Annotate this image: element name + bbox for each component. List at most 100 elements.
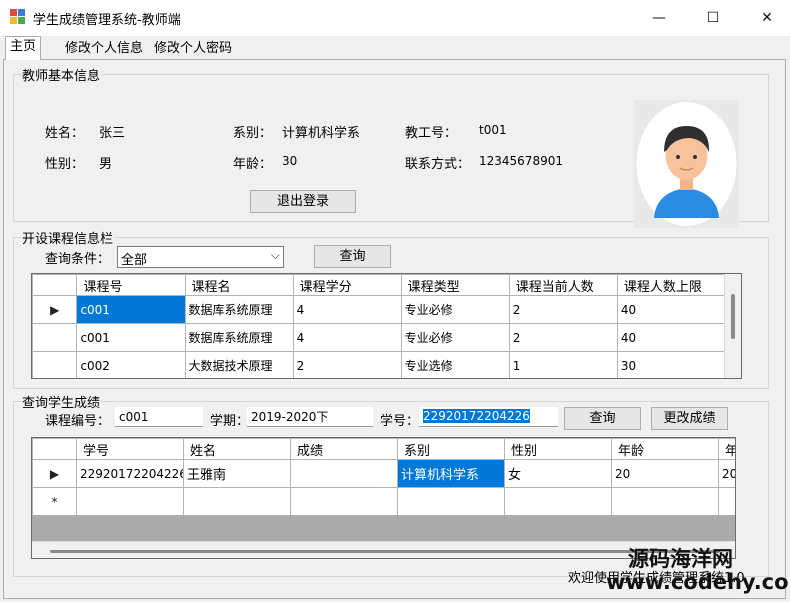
age-value: 30 (282, 154, 298, 168)
row-header[interactable] (32, 351, 78, 378)
maximize-button[interactable]: ☐ (690, 0, 736, 36)
column-header[interactable]: 课程人数上限 (616, 274, 727, 296)
minimize-button[interactable]: — (636, 0, 682, 36)
dept-label: 系别： (233, 126, 273, 141)
column-header[interactable]: 性别 (504, 438, 612, 460)
tab-edit-profile[interactable]: 修改个人信息 (61, 39, 148, 60)
table-cell[interactable]: 数据库系统原理 (184, 323, 294, 352)
table-cell[interactable] (76, 487, 184, 516)
tab-change-password[interactable]: 修改个人密码 (150, 39, 237, 60)
column-header[interactable]: 系别 (397, 438, 505, 460)
table-cell[interactable]: 40 (616, 295, 727, 324)
table-cell[interactable]: 女 (504, 459, 612, 488)
student-id-value: 22920172204226 (423, 409, 530, 423)
table-row[interactable]: c001 数据库系统原理 4 专业必修 2 40 (32, 323, 727, 352)
column-header[interactable]: 课程类型 (400, 274, 510, 296)
course-id-label: 课程编号： (45, 414, 111, 429)
student-id-label: 学号： (380, 414, 420, 429)
new-row[interactable]: * (32, 487, 735, 516)
course-grid[interactable]: 课程号 课程名 课程学分 课程类型 课程当前人数 课程人数上限 ▶ c001 数… (31, 273, 742, 379)
course-id-input[interactable] (115, 407, 203, 427)
column-header[interactable]: 年龄 (611, 438, 719, 460)
table-cell[interactable] (183, 487, 291, 516)
score-query-button[interactable]: 查询 (564, 407, 641, 430)
table-cell[interactable]: 20 (611, 459, 719, 488)
table-cell[interactable]: 大数据技术原理 (184, 351, 294, 378)
name-label: 姓名： (45, 126, 85, 141)
table-cell[interactable]: 专业选修 (400, 351, 510, 378)
course-info-group: 开设课程信息栏 查询条件： 全部 ⌵ 查询 课程号 课程名 课程学分 课程类型 … (13, 228, 769, 389)
course-grid-vscrollbar[interactable] (724, 274, 741, 378)
app-icon (10, 9, 26, 25)
table-cell[interactable]: 201 (718, 459, 735, 488)
table-cell[interactable] (504, 487, 612, 516)
score-grid[interactable]: 学号 姓名 成绩 系别 性别 年龄 年 ▶ 22920172204226 王雅南… (31, 437, 736, 559)
table-cell[interactable] (718, 487, 735, 516)
table-cell[interactable]: 40 (616, 323, 727, 352)
course-query-button[interactable]: 查询 (314, 245, 391, 268)
row-header-corner (32, 274, 78, 296)
row-header-corner (32, 438, 77, 460)
course-info-legend: 开设课程信息栏 (21, 228, 115, 247)
teacher-info-legend: 教师基本信息 (21, 65, 102, 84)
chevron-down-icon[interactable]: ⌵ (271, 248, 280, 263)
watermark-url: www.codehy.com (606, 570, 790, 594)
table-cell[interactable]: 30 (616, 351, 727, 378)
table-cell[interactable]: 22920172204226 (76, 459, 184, 488)
column-header[interactable]: 学号 (76, 438, 184, 460)
logout-button[interactable]: 退出登录 (250, 190, 356, 213)
gender-label: 性别： (45, 157, 85, 172)
row-header[interactable] (32, 323, 78, 352)
table-row[interactable]: ▶ 22920172204226 王雅南 计算机科学系 女 20 201 (32, 459, 735, 488)
table-cell[interactable]: 4 (292, 295, 402, 324)
close-button[interactable]: ✕ (744, 0, 790, 36)
filter-select-value: 全部 (121, 253, 148, 268)
table-row[interactable]: ▶ c001 数据库系统原理 4 专业必修 2 40 (32, 295, 727, 324)
column-header[interactable]: 课程名 (184, 274, 294, 296)
age-label: 年龄： (233, 157, 273, 172)
table-cell[interactable]: 王雅南 (183, 459, 291, 488)
table-cell[interactable] (397, 487, 505, 516)
table-cell[interactable] (290, 459, 398, 488)
column-header[interactable]: 课程学分 (292, 274, 402, 296)
term-label: 学期： (210, 414, 250, 429)
table-cell[interactable]: 专业必修 (400, 295, 510, 324)
table-cell[interactable] (290, 487, 398, 516)
teacher-id-label: 教工号： (405, 126, 458, 141)
window-title: 学生成绩管理系统-教师端 (33, 13, 181, 28)
table-cell[interactable]: 专业必修 (400, 323, 510, 352)
score-query-legend: 查询学生成绩 (21, 392, 102, 411)
table-cell[interactable]: 2 (508, 323, 618, 352)
term-input[interactable] (247, 407, 373, 427)
filter-select[interactable]: 全部 ⌵ (117, 246, 284, 268)
column-header[interactable]: 课程当前人数 (508, 274, 618, 296)
column-header[interactable]: 年 (718, 438, 735, 460)
update-score-button[interactable]: 更改成绩 (651, 407, 728, 430)
name-value: 张三 (99, 126, 126, 141)
column-header[interactable]: 成绩 (290, 438, 398, 460)
column-header[interactable]: 课程号 (76, 274, 186, 296)
table-cell[interactable]: 数据库系统原理 (184, 295, 294, 324)
dept-value: 计算机科学系 (282, 126, 361, 141)
table-cell[interactable]: 2 (292, 351, 402, 378)
table-cell[interactable]: 计算机科学系 (397, 459, 505, 488)
table-cell[interactable]: c001 (76, 295, 186, 324)
watermark-title: 源码海洋网 (628, 547, 733, 571)
current-row-indicator[interactable]: ▶ (32, 295, 78, 324)
column-header[interactable]: 姓名 (183, 438, 291, 460)
table-cell[interactable]: c001 (76, 323, 186, 352)
new-row-marker[interactable]: * (32, 487, 77, 516)
current-row-indicator[interactable]: ▶ (32, 459, 77, 488)
course-header-row: 课程号 课程名 课程学分 课程类型 课程当前人数 课程人数上限 (32, 274, 727, 296)
table-cell[interactable]: 1 (508, 351, 618, 378)
phone-value: 12345678901 (479, 154, 563, 168)
phone-label: 联系方式： (405, 157, 471, 172)
table-cell[interactable]: 4 (292, 323, 402, 352)
title-bar: 学生成绩管理系统-教师端 — ☐ ✕ (0, 0, 790, 36)
table-row[interactable]: c002 大数据技术原理 2 专业选修 1 30 (32, 351, 727, 378)
table-cell[interactable] (611, 487, 719, 516)
student-id-input[interactable]: 22920172204226 (419, 407, 558, 427)
table-cell[interactable]: 2 (508, 295, 618, 324)
table-cell[interactable]: c002 (76, 351, 186, 378)
tab-home[interactable]: 主页 (5, 36, 42, 60)
